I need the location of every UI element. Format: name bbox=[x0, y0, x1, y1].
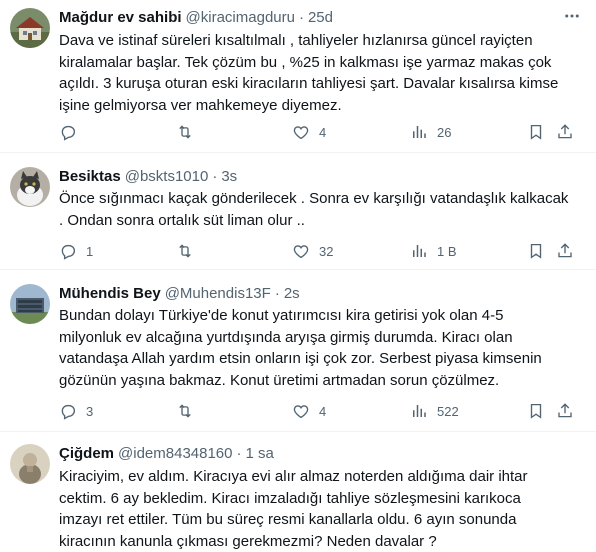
bookmark-button[interactable] bbox=[527, 241, 545, 261]
views-count: 1 B bbox=[437, 243, 457, 259]
views-button[interactable]: 522 bbox=[410, 401, 459, 421]
retweet-button[interactable] bbox=[176, 241, 203, 261]
reply-button[interactable]: 1 bbox=[59, 241, 93, 261]
tweet-header: Çiğdem @idem84348160 · 1 sa bbox=[59, 444, 556, 464]
tweet[interactable]: Çiğdem @idem84348160 · 1 sa Kiraciyim, e… bbox=[0, 432, 596, 552]
timestamp[interactable]: 3s bbox=[221, 167, 237, 187]
avatar[interactable] bbox=[10, 8, 50, 48]
views-count: 522 bbox=[437, 403, 459, 419]
retweet-icon bbox=[179, 404, 191, 418]
tweet-header: Mühendis Bey @Muhendis13F · 2s bbox=[59, 284, 556, 304]
bookmark-button[interactable] bbox=[527, 401, 545, 421]
views-icon bbox=[413, 245, 426, 257]
like-button[interactable]: 4 bbox=[292, 122, 326, 142]
separator-dot: · bbox=[274, 285, 280, 302]
bookmark-icon bbox=[530, 403, 542, 419]
retweet-button[interactable] bbox=[176, 401, 203, 421]
tweet-text: Bundan dolayı Türkiye'de konut yatırımcı… bbox=[59, 307, 542, 389]
share-button[interactable] bbox=[556, 241, 574, 261]
bookmark-icon bbox=[530, 243, 542, 259]
share-button[interactable] bbox=[556, 122, 574, 142]
views-count: 26 bbox=[437, 124, 452, 140]
action-bar: 4 26 bbox=[56, 122, 586, 142]
reply-button[interactable] bbox=[59, 122, 86, 142]
user-handle[interactable]: @kiracimagduru bbox=[186, 8, 295, 28]
display-name[interactable]: Çiğdem bbox=[59, 444, 114, 464]
views-icon bbox=[413, 405, 426, 417]
display-name[interactable]: Mağdur ev sahibi bbox=[59, 8, 182, 28]
retweet-icon bbox=[179, 244, 191, 258]
like-icon bbox=[293, 405, 309, 419]
share-icon bbox=[558, 124, 572, 139]
like-button[interactable]: 32 bbox=[292, 241, 333, 261]
more-icon bbox=[565, 14, 579, 18]
share-button[interactable] bbox=[556, 401, 574, 421]
tweet-text: Kiraciyim, ev aldım. Kiracıya evi alır a… bbox=[59, 468, 528, 550]
views-button[interactable]: 26 bbox=[410, 122, 451, 142]
views-icon bbox=[413, 126, 426, 138]
tweet-text: Dava ve istinaf süreleri kısaltılmalı , … bbox=[59, 32, 559, 114]
like-icon bbox=[293, 126, 309, 140]
reply-icon bbox=[61, 404, 76, 420]
timestamp[interactable]: 25d bbox=[308, 8, 333, 28]
action-bar: 1 32 1 B bbox=[56, 241, 586, 261]
display-name[interactable]: Besiktas bbox=[59, 167, 121, 187]
bookmark-icon bbox=[530, 124, 542, 140]
retweet-button[interactable] bbox=[176, 122, 203, 142]
tweet[interactable]: Mağdur ev sahibi @kiracimagduru · 25d Da… bbox=[0, 0, 596, 153]
action-bar: 3 4 522 bbox=[56, 401, 586, 421]
more-button[interactable] bbox=[562, 6, 582, 26]
tweet-header: Mağdur ev sahibi @kiracimagduru · 25d bbox=[59, 8, 556, 28]
tweet[interactable]: Mühendis Bey @Muhendis13F · 2s Bundan do… bbox=[0, 270, 596, 432]
user-handle[interactable]: @bskts1010 bbox=[125, 167, 209, 187]
avatar[interactable] bbox=[10, 444, 50, 484]
retweet-icon bbox=[179, 125, 191, 139]
reply-count: 3 bbox=[86, 403, 94, 419]
like-button[interactable]: 4 bbox=[292, 401, 326, 421]
separator-dot: · bbox=[298, 9, 304, 26]
avatar[interactable] bbox=[10, 284, 50, 324]
share-icon bbox=[558, 403, 572, 418]
views-button[interactable]: 1 B bbox=[410, 241, 457, 261]
user-handle[interactable]: @idem84348160 bbox=[118, 444, 232, 464]
tweet-text: Önce sığınmacı kaçak gönderilecek . Sonr… bbox=[59, 190, 569, 229]
timestamp[interactable]: 2s bbox=[284, 284, 300, 304]
user-handle[interactable]: @Muhendis13F bbox=[165, 284, 271, 304]
avatar[interactable] bbox=[10, 167, 50, 207]
display-name[interactable]: Mühendis Bey bbox=[59, 284, 161, 304]
separator-dot: · bbox=[212, 168, 218, 185]
separator-dot: · bbox=[236, 445, 242, 462]
reply-icon bbox=[61, 125, 76, 141]
bookmark-button[interactable] bbox=[527, 122, 545, 142]
tweet-header: Besiktas @bskts1010 · 3s bbox=[59, 167, 556, 187]
timestamp[interactable]: 1 sa bbox=[246, 444, 274, 464]
like-count: 4 bbox=[319, 124, 327, 140]
like-count: 32 bbox=[319, 243, 334, 259]
reply-button[interactable]: 3 bbox=[59, 401, 93, 421]
reply-count: 1 bbox=[86, 243, 94, 259]
like-count: 4 bbox=[319, 403, 327, 419]
tweet[interactable]: Besiktas @bskts1010 · 3s Önce sığınmacı … bbox=[0, 153, 596, 270]
like-icon bbox=[293, 245, 309, 259]
share-icon bbox=[558, 243, 572, 258]
reply-icon bbox=[61, 244, 76, 260]
